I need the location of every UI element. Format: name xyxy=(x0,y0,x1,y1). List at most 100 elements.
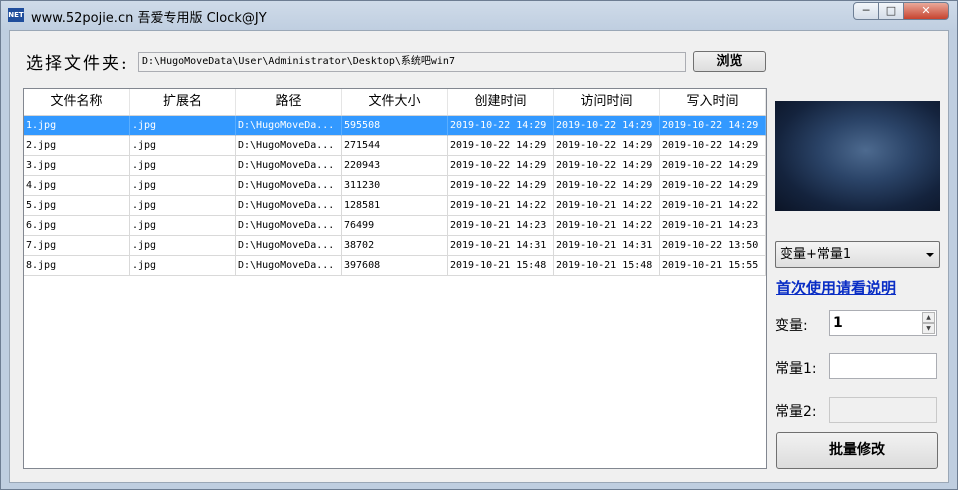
table-cell: 2019-10-21 14:22 xyxy=(448,196,554,216)
app-icon: NET xyxy=(8,8,24,22)
table-cell: 2019-10-21 14:23 xyxy=(448,216,554,236)
table-cell: 2019-10-22 14:29 xyxy=(660,156,766,176)
constant2-label: 常量2: xyxy=(775,404,817,420)
batch-modify-button[interactable]: 批量修改 xyxy=(776,432,938,469)
folder-path-input[interactable]: D:\HugoMoveData\User\Administrator\Deskt… xyxy=(138,52,686,72)
table-row[interactable]: 3.jpg .jpg D:\HugoMoveDa... 220943 2019-10-2… xyxy=(24,156,766,176)
table-cell: 128581 xyxy=(342,196,448,216)
spin-up-icon[interactable]: ▲ xyxy=(922,312,935,323)
table-cell: 2019-10-21 14:22 xyxy=(554,196,660,216)
constant1-label: 常量1: xyxy=(775,361,817,377)
window-controls: ─ □ ✕ xyxy=(853,2,949,20)
table-cell: 2019-10-22 14:29 xyxy=(660,116,766,136)
folder-label: 选择文件夹: xyxy=(26,54,129,74)
table-cell: 2019-10-21 14:22 xyxy=(660,196,766,216)
table-cell: .jpg xyxy=(130,196,236,216)
table-cell: 4.jpg xyxy=(24,176,130,196)
table-cell: D:\HugoMoveDa... xyxy=(236,136,342,156)
close-button[interactable]: ✕ xyxy=(904,2,949,20)
table-cell: 2019-10-21 15:48 xyxy=(448,256,554,276)
table-cell: 2.jpg xyxy=(24,136,130,156)
table-cell: 3.jpg xyxy=(24,156,130,176)
table-cell: D:\HugoMoveDa... xyxy=(236,216,342,236)
constant2-input[interactable] xyxy=(829,397,937,423)
table-cell: D:\HugoMoveDa... xyxy=(236,236,342,256)
table-cell: .jpg xyxy=(130,136,236,156)
table-row[interactable]: 6.jpg .jpg D:\HugoMoveDa... 76499 2019-10-21… xyxy=(24,216,766,236)
table-cell: 2019-10-22 14:29 xyxy=(448,116,554,136)
table-cell: 311230 xyxy=(342,176,448,196)
table-body: 1.jpg .jpg D:\HugoMoveDa... 595508 2019-10-2… xyxy=(24,116,766,276)
table-cell: 2019-10-21 15:48 xyxy=(554,256,660,276)
table-cell: .jpg xyxy=(130,176,236,196)
image-preview xyxy=(775,101,940,211)
help-link[interactable]: 首次使用请看说明 xyxy=(776,277,896,298)
table-header: 文件名称 扩展名 路径 文件大小 创建时间 访问时间 写入时间 xyxy=(24,89,766,116)
table-row[interactable]: 7.jpg .jpg D:\HugoMoveDa... 38702 2019-10-21… xyxy=(24,236,766,256)
variable-stepper[interactable]: 1 ▲ ▼ xyxy=(829,310,937,336)
table-cell: 2019-10-21 14:31 xyxy=(554,236,660,256)
table-row[interactable]: 1.jpg .jpg D:\HugoMoveDa... 595508 2019-10-2… xyxy=(24,116,766,136)
title-bar[interactable]: NET www.52pojie.cn 吾爱专用版 Clock@JY ─ □ ✕ xyxy=(1,1,957,29)
table-cell: 2019-10-22 14:29 xyxy=(660,176,766,196)
table-row[interactable]: 2.jpg .jpg D:\HugoMoveDa... 271544 2019-10-2… xyxy=(24,136,766,156)
browse-button[interactable]: 浏览 xyxy=(693,51,766,72)
table-cell: D:\HugoMoveDa... xyxy=(236,176,342,196)
column-header[interactable]: 文件名称 xyxy=(24,89,130,115)
table-cell: D:\HugoMoveDa... xyxy=(236,196,342,216)
table-cell: D:\HugoMoveDa... xyxy=(236,156,342,176)
table-cell: 2019-10-22 14:29 xyxy=(448,136,554,156)
client-area: 选择文件夹: D:\HugoMoveData\User\Administrato… xyxy=(9,30,949,483)
table-cell: 2019-10-21 14:22 xyxy=(554,216,660,236)
variable-value: 1 xyxy=(833,315,843,331)
table-cell: D:\HugoMoveDa... xyxy=(236,116,342,136)
table-cell: 2019-10-22 14:29 xyxy=(448,156,554,176)
table-cell: 220943 xyxy=(342,156,448,176)
app-window: NET www.52pojie.cn 吾爱专用版 Clock@JY ─ □ ✕ … xyxy=(0,0,958,490)
minimize-button[interactable]: ─ xyxy=(853,2,879,20)
table-cell: 271544 xyxy=(342,136,448,156)
column-header[interactable]: 写入时间 xyxy=(660,89,766,115)
mode-select[interactable]: 变量+常量1 xyxy=(775,241,940,268)
table-cell: 8.jpg xyxy=(24,256,130,276)
table-cell: .jpg xyxy=(130,236,236,256)
table-cell: .jpg xyxy=(130,216,236,236)
table-row[interactable]: 4.jpg .jpg D:\HugoMoveDa... 311230 2019-10-2… xyxy=(24,176,766,196)
column-header[interactable]: 访问时间 xyxy=(554,89,660,115)
table-cell: 6.jpg xyxy=(24,216,130,236)
constant1-input[interactable] xyxy=(829,353,937,379)
column-header[interactable]: 创建时间 xyxy=(448,89,554,115)
table-cell: 2019-10-21 14:23 xyxy=(660,216,766,236)
table-cell: 38702 xyxy=(342,236,448,256)
window-title: www.52pojie.cn 吾爱专用版 Clock@JY xyxy=(31,11,267,26)
chevron-down-icon xyxy=(926,253,934,257)
table-cell: 2019-10-21 14:31 xyxy=(448,236,554,256)
table-cell: 7.jpg xyxy=(24,236,130,256)
spin-down-icon[interactable]: ▼ xyxy=(922,323,935,334)
table-cell: 5.jpg xyxy=(24,196,130,216)
table-cell: 2019-10-22 14:29 xyxy=(660,136,766,156)
mode-select-value: 变量+常量1 xyxy=(780,247,852,262)
column-header[interactable]: 路径 xyxy=(236,89,342,115)
table-cell: 595508 xyxy=(342,116,448,136)
spin-buttons: ▲ ▼ xyxy=(922,312,935,334)
table-cell: 2019-10-22 14:29 xyxy=(554,136,660,156)
maximize-button[interactable]: □ xyxy=(879,2,904,20)
table-cell: .jpg xyxy=(130,116,236,136)
file-table[interactable]: 文件名称 扩展名 路径 文件大小 创建时间 访问时间 写入时间 1.jpg .jpg D:\Hu… xyxy=(23,88,767,469)
table-cell: 397608 xyxy=(342,256,448,276)
column-header[interactable]: 扩展名 xyxy=(130,89,236,115)
table-cell: .jpg xyxy=(130,256,236,276)
table-cell: 2019-10-22 14:29 xyxy=(554,116,660,136)
table-cell: 76499 xyxy=(342,216,448,236)
table-cell: 1.jpg xyxy=(24,116,130,136)
table-cell: 2019-10-22 14:29 xyxy=(554,176,660,196)
table-cell: D:\HugoMoveDa... xyxy=(236,256,342,276)
table-cell: 2019-10-21 15:55 xyxy=(660,256,766,276)
column-header[interactable]: 文件大小 xyxy=(342,89,448,115)
table-row[interactable]: 5.jpg .jpg D:\HugoMoveDa... 128581 2019-10-2… xyxy=(24,196,766,216)
table-cell: 2019-10-22 13:50 xyxy=(660,236,766,256)
variable-label: 变量: xyxy=(775,318,808,334)
table-cell: 2019-10-22 14:29 xyxy=(554,156,660,176)
table-row[interactable]: 8.jpg .jpg D:\HugoMoveDa... 397608 2019-10-2… xyxy=(24,256,766,276)
